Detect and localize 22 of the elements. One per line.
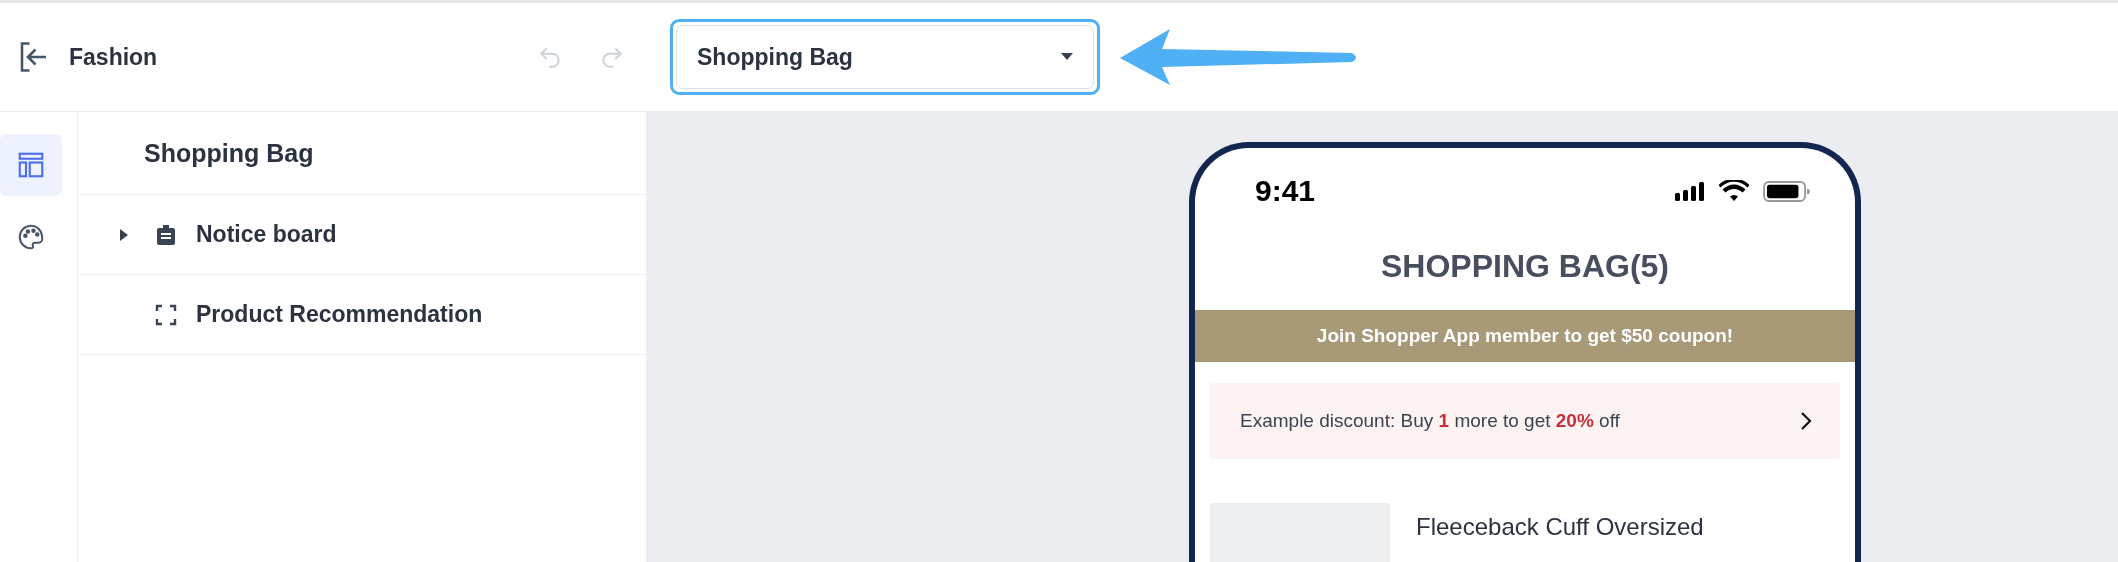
discount-text: Example discount: Buy 1 more to get 20% off xyxy=(1240,410,1620,432)
signal-icon xyxy=(1675,181,1705,201)
promo-banner: Join Shopper App member to get $50 coupon! xyxy=(1195,310,1855,362)
product-name: Fleeceback Cuff Oversized xyxy=(1416,512,1705,542)
panel-title: Shopping Bag xyxy=(78,112,646,195)
page-heading: SHOPPING BAG(5) xyxy=(1380,248,1670,286)
layout-tab[interactable] xyxy=(0,134,62,196)
project-name: Fashion xyxy=(69,43,158,71)
page-select[interactable]: Shopping Bag xyxy=(676,25,1094,89)
tree-item[interactable]: Product Recommendation xyxy=(196,301,483,328)
clipboard-icon xyxy=(154,222,178,247)
frame-icon xyxy=(154,302,178,327)
caret-icon[interactable] xyxy=(120,228,128,241)
layout-icon xyxy=(16,150,46,180)
battery-icon xyxy=(1763,180,1811,202)
tree-item[interactable]: Notice board xyxy=(196,221,337,248)
caret-icon xyxy=(1061,53,1073,61)
chevron-right-icon xyxy=(1800,411,1812,431)
discount-bar[interactable]: Example discount: Buy 1 more to get 20% off xyxy=(1210,383,1840,459)
wifi-icon xyxy=(1719,180,1749,202)
status-time: 9:41 xyxy=(1255,174,1316,208)
palette-icon xyxy=(16,222,46,252)
